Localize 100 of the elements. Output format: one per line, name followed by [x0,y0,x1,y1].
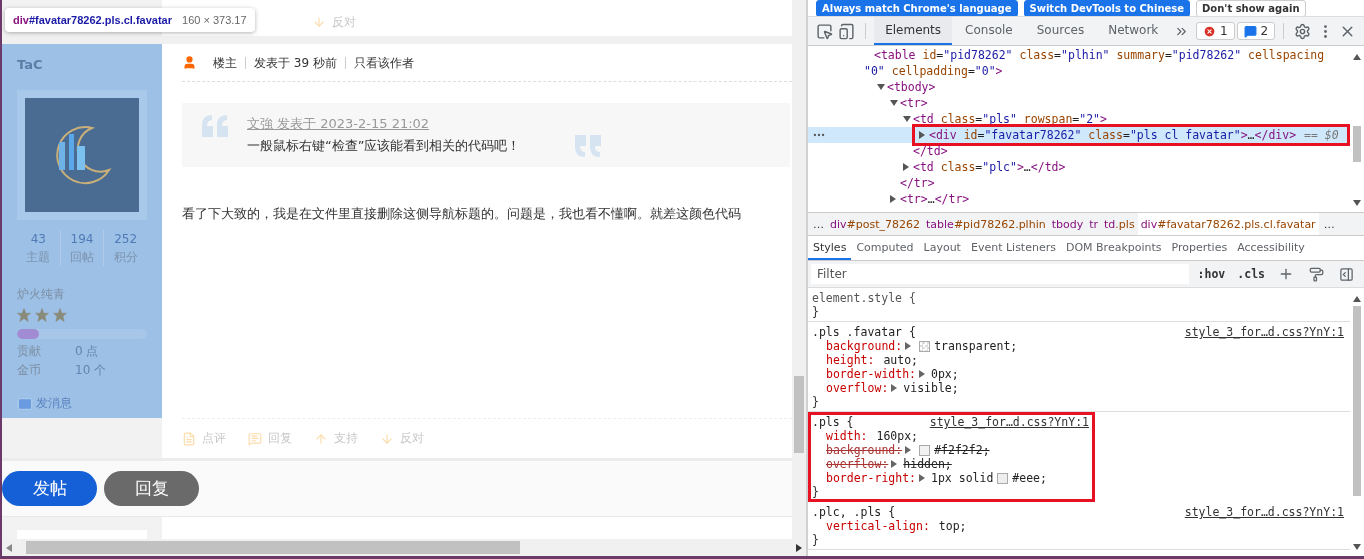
expand-triangle-icon[interactable] [905,342,912,350]
stylesheet-link[interactable]: style_3_for…d.css?YnY:1 [1184,505,1346,519]
dom-node[interactable]: <td class="pls" rowspan="2"> [913,111,1107,127]
reply-button[interactable]: 回复 [104,471,199,506]
css-selector: .pls { [812,415,854,429]
filter-field[interactable]: Filter [811,264,1189,284]
banner-button[interactable]: Don't show again [1196,0,1306,17]
css-selector: .plc, .pls { [812,505,896,519]
breadcrumb-item[interactable]: div#post_78262 [827,213,924,235]
star-icon [17,308,31,322]
credit-label: 贡献 [17,345,42,358]
dom-node[interactable]: <tbody> [887,79,936,95]
original-poster-label: 楼主 [212,56,238,69]
styles-pane-tab[interactable]: Computed [851,236,919,260]
dom-node[interactable]: <td class="plc">…</td> [913,159,1066,175]
close-quote-icon [575,135,601,157]
css-property-value[interactable]: 0px; [931,367,959,381]
down-arrow-icon [312,15,326,29]
css-property-value[interactable]: visible; [903,381,959,395]
message-count-badge[interactable]: 2 [1236,22,1276,40]
css-property-name[interactable]: border-right: [826,471,916,485]
css-property-value[interactable]: auto; [883,353,919,367]
dom-node[interactable]: <table id="pid78262" class="plhin" summary="pid78262" cellspacing [874,47,1325,63]
breadcrumb-scroll-left[interactable]: … [808,217,827,231]
expand-triangle-icon[interactable] [919,474,925,482]
expand-triangle-icon[interactable] [919,370,925,378]
banner-button[interactable]: Always match Chrome's language [816,0,1018,17]
stylesheet-link[interactable]: style_3_for…d.css?YnY:1 [929,415,1091,429]
css-property-value[interactable]: transparent; [934,339,1018,353]
css-property-value[interactable]: 160px; [876,429,919,443]
devtools-tab[interactable]: Elements [874,17,953,45]
dom-node[interactable]: <div id="favatar78262" class="pls cl favatar">…</div> [929,127,1297,143]
css-property-name[interactable]: height: [826,353,875,367]
expand-triangle-icon[interactable] [891,384,898,392]
css-property-value[interactable]: #f2f2f2; [934,443,990,457]
css-selector: element.style { [812,291,916,305]
css-property-value[interactable]: hidden; [903,457,952,471]
css-selector: .pls .favatar { [812,325,916,339]
speech-bubble-icon [248,431,262,446]
closing-tag: </tr> [900,175,935,191]
styles-pane-tab[interactable]: Properties [1166,236,1233,260]
banner-button[interactable]: Switch DevTools to Chinese [1023,0,1191,17]
post-body: 看了下大致的，我是在文件里直接删除这侧导航标题的。问题是，我也看不懂啊。就差这颜色代码 [182,205,742,223]
devtools-tab[interactable]: Sources [1025,17,1096,45]
node-reference-label: == $0 [1304,127,1339,143]
breadcrumb-item[interactable]: tbody [1048,213,1087,235]
dom-node[interactable]: <tr>…</tr> [900,191,970,207]
post-time: 发表于 39 秒前 [245,56,345,69]
color-swatch[interactable] [919,444,931,456]
class-toggle[interactable]: .cls [1234,267,1268,281]
styles-pane-tab[interactable]: Accessibility [1232,236,1310,260]
credit-label: 金币 [17,364,42,377]
breadcrumb-item[interactable]: td.pls [1101,213,1138,235]
quote-text: 一般鼠标右键“检查”应该能看到相关的代码吧！ [247,137,521,155]
error-count-badge[interactable]: 1 [1195,22,1235,40]
dom-node[interactable]: <tr> [900,95,928,111]
css-property-name[interactable]: overflow: [826,457,889,471]
css-property-name[interactable]: width: [826,429,868,443]
css-property-name[interactable]: background: [826,339,903,353]
css-property-name[interactable]: vertical-align: [826,519,930,533]
breadcrumb-item[interactable]: div#favatar78262.pls.cl.favatar [1137,213,1319,235]
devtools-tab[interactable]: Network [1097,17,1170,45]
styles-pane-tab[interactable]: Event Listeners [965,236,1061,260]
styles-pane-tab[interactable]: Layout [918,236,966,260]
star-icon [53,308,67,322]
collapse-triangle-icon[interactable] [890,100,900,106]
closing-brace: } [812,533,819,547]
author-only-link[interactable]: 只看该作者 [344,56,422,69]
document-icon [182,431,196,446]
css-property-value[interactable]: #eee; [1012,471,1047,485]
styles-pane-tab[interactable]: DOM Breakpoints [1060,236,1167,260]
expand-triangle-icon[interactable] [891,460,898,468]
star-icon [35,308,49,322]
down-arrow-icon [380,431,394,446]
user-icon [182,55,197,70]
expand-triangle-icon[interactable] [905,446,912,454]
color-swatch[interactable] [997,472,1009,484]
dom-node-continued: "0" cellpadding="0"> [864,63,1003,79]
breadcrumb-scroll-right[interactable]: … [1318,217,1338,231]
message-icon [1243,24,1257,38]
css-property-value[interactable]: top; [938,519,967,533]
hover-state-toggle[interactable]: :hov [1194,267,1229,281]
new-post-button[interactable]: 发帖 [2,471,97,506]
stylesheet-link[interactable]: style_3_for…d.css?YnY:1 [1184,325,1346,339]
css-property-value[interactable]: 1px solid [931,471,994,485]
css-property-name[interactable]: border-width: [826,367,916,381]
closing-brace: } [812,485,819,499]
css-property-name[interactable]: background: [826,443,903,457]
css-property-name[interactable]: overflow: [826,381,889,395]
credit-value: 10 个 [75,364,107,377]
element-size: 160 × 373.17 [182,14,247,26]
envelope-icon [17,395,33,412]
color-swatch[interactable] [919,340,931,352]
breadcrumb-item[interactable]: tr [1086,213,1102,235]
devtools-tab[interactable]: Console [954,17,1024,45]
avatar-image[interactable] [25,98,139,212]
closing-brace: } [812,305,819,319]
collapse-triangle-icon[interactable] [877,84,887,90]
breadcrumb-item[interactable]: table#pid78262.plhin [923,213,1049,235]
element-selector: div#favatar78262.pls.cl.favatar [13,14,172,26]
